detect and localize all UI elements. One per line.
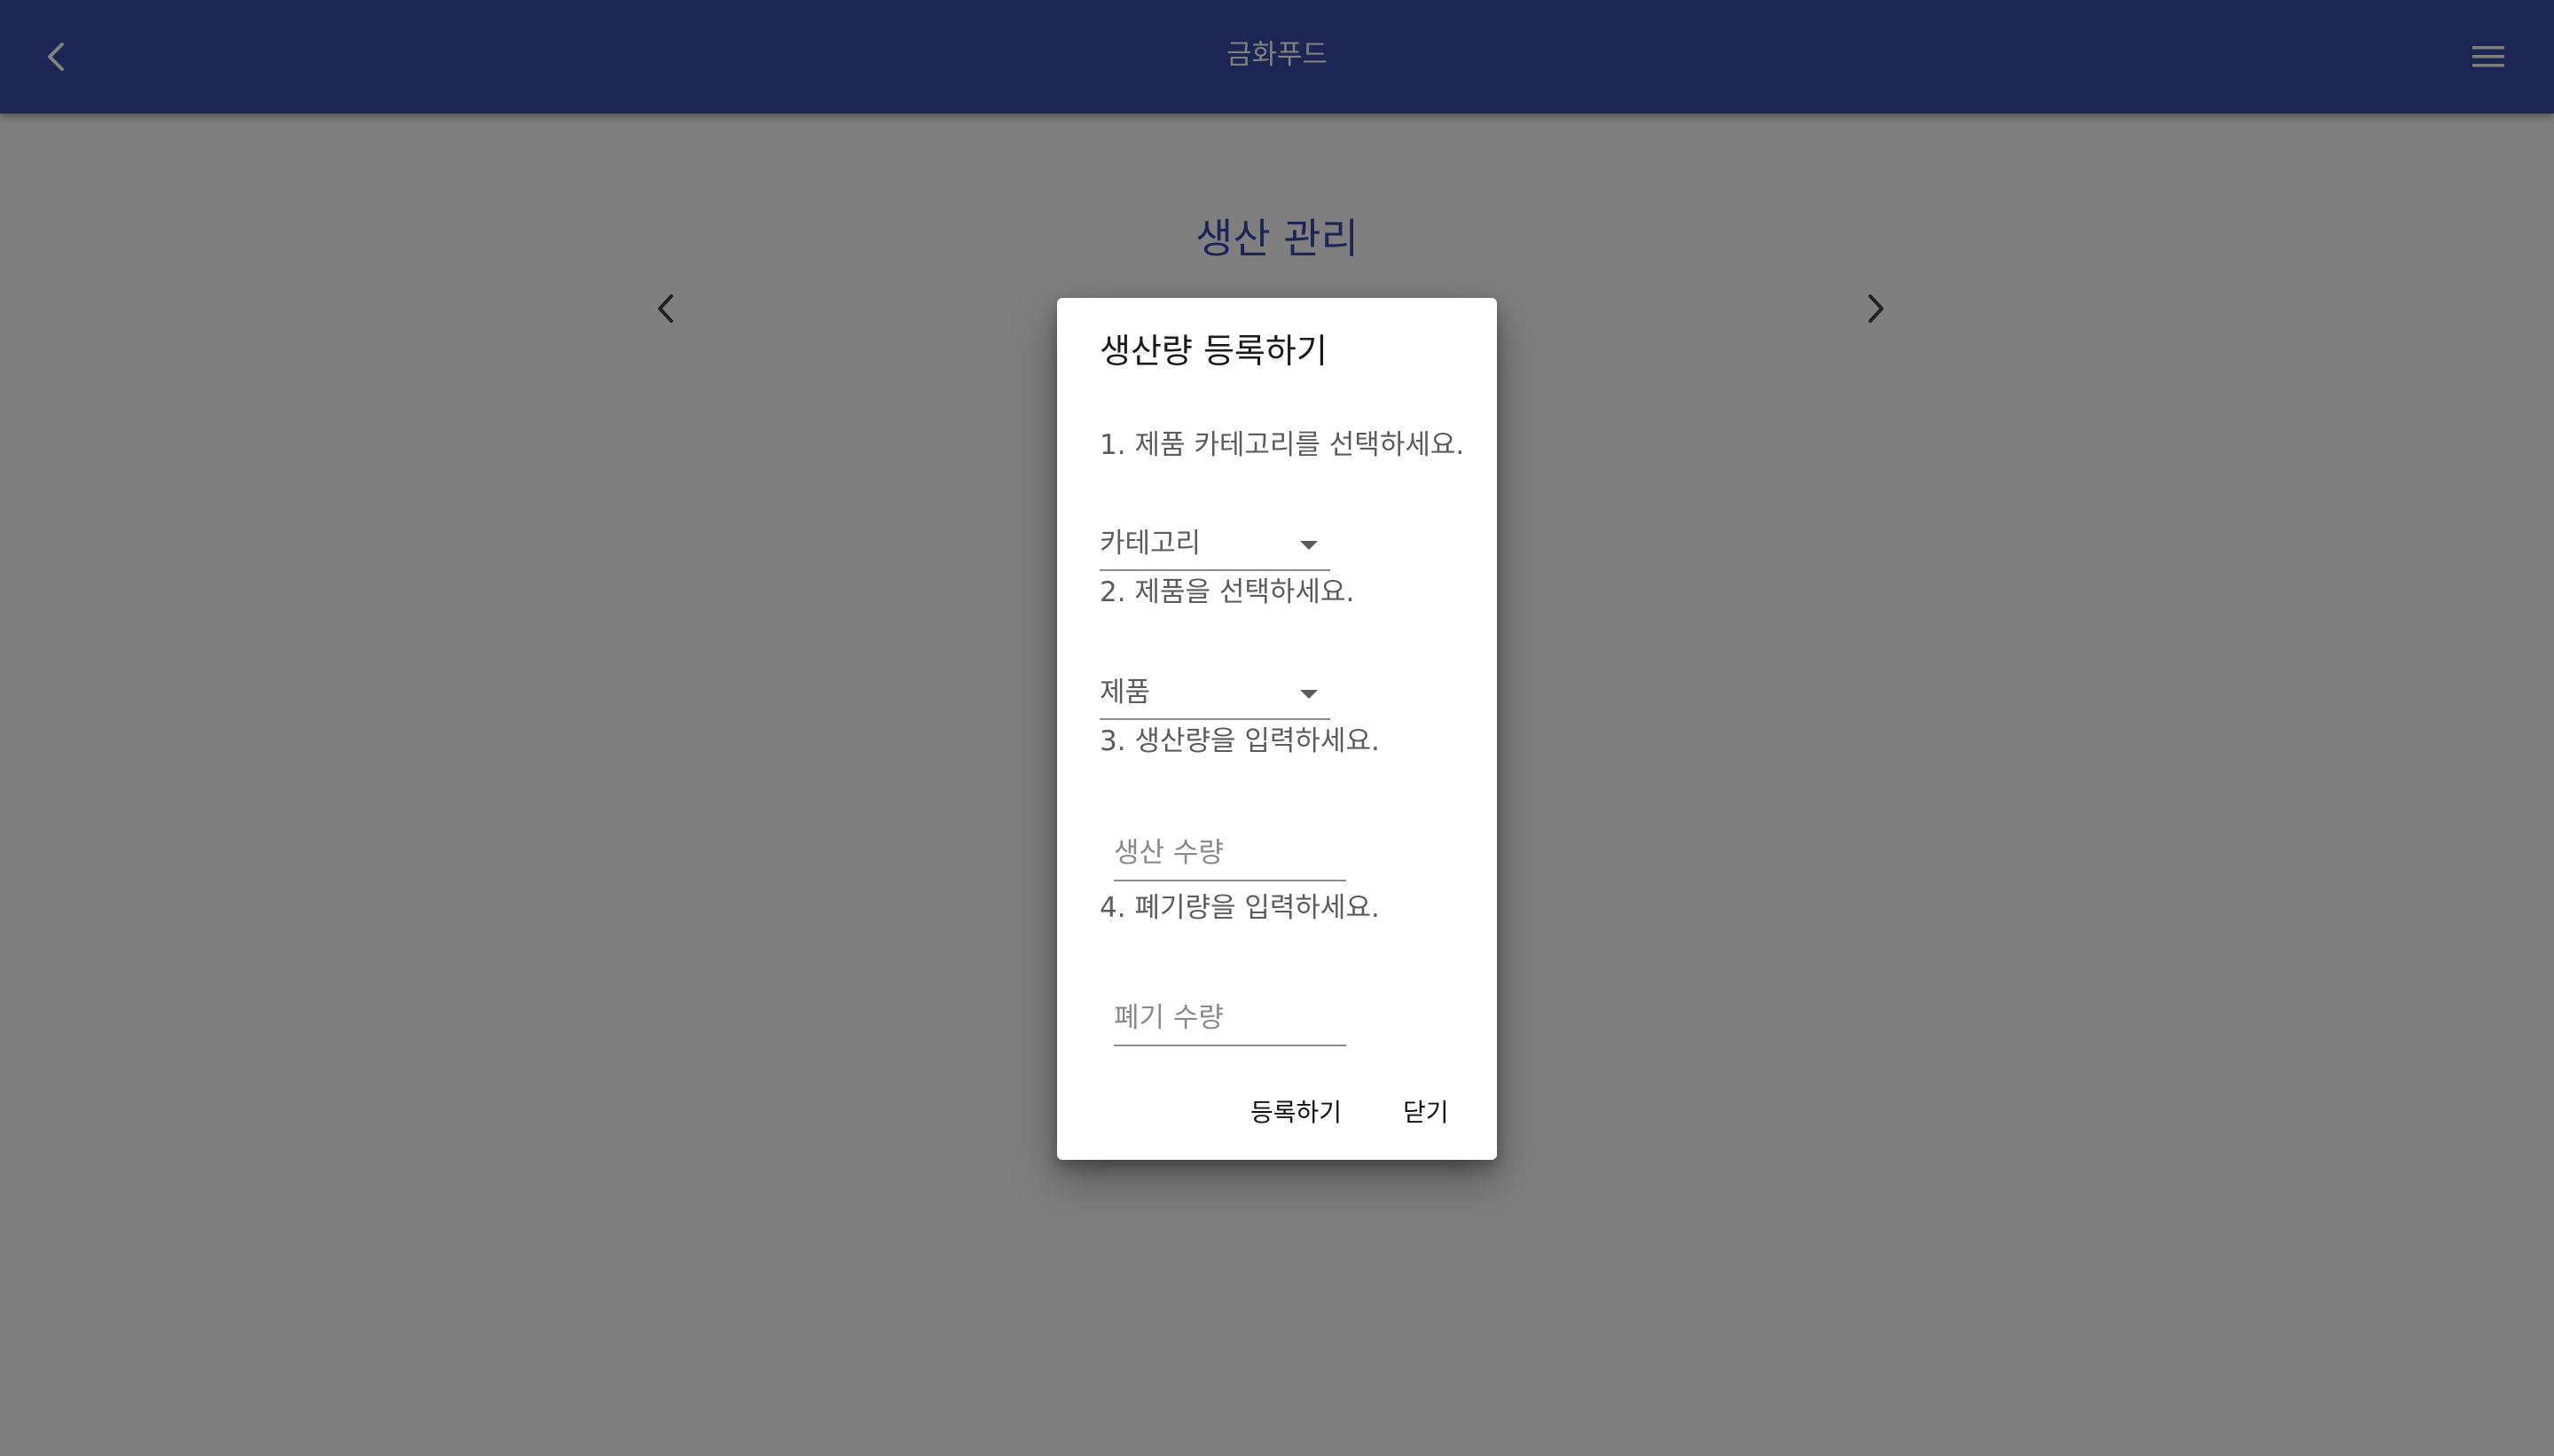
step2-label: 2. 제품을 선택하세요.: [1100, 576, 1355, 608]
register-button[interactable]: 등록하기: [1250, 1091, 1342, 1135]
step4-label: 4. 폐기량을 입력하세요.: [1100, 892, 1380, 924]
production-quantity-input[interactable]: [1114, 826, 1346, 880]
product-select-value: 제품: [1100, 677, 1151, 708]
dialog-title: 생산량 등록하기: [1100, 332, 1328, 371]
category-select-value: 카테고리: [1100, 528, 1202, 560]
production-quantity-field: [1114, 826, 1346, 881]
waste-quantity-field: [1114, 991, 1346, 1046]
category-select[interactable]: 카테고리: [1100, 518, 1330, 571]
step3-label: 3. 생산량을 입력하세요.: [1100, 725, 1380, 757]
product-select[interactable]: 제품: [1100, 667, 1330, 720]
step1-label: 1. 제품 카테고리를 선택하세요.: [1100, 429, 1465, 461]
caret-down-icon: [1300, 541, 1318, 550]
register-production-dialog: 생산량 등록하기 1. 제품 카테고리를 선택하세요. 카테고리 2. 제품을 …: [1057, 298, 1497, 1160]
caret-down-icon: [1300, 690, 1318, 699]
waste-quantity-input[interactable]: [1114, 991, 1346, 1045]
close-button[interactable]: 닫기: [1403, 1091, 1449, 1135]
